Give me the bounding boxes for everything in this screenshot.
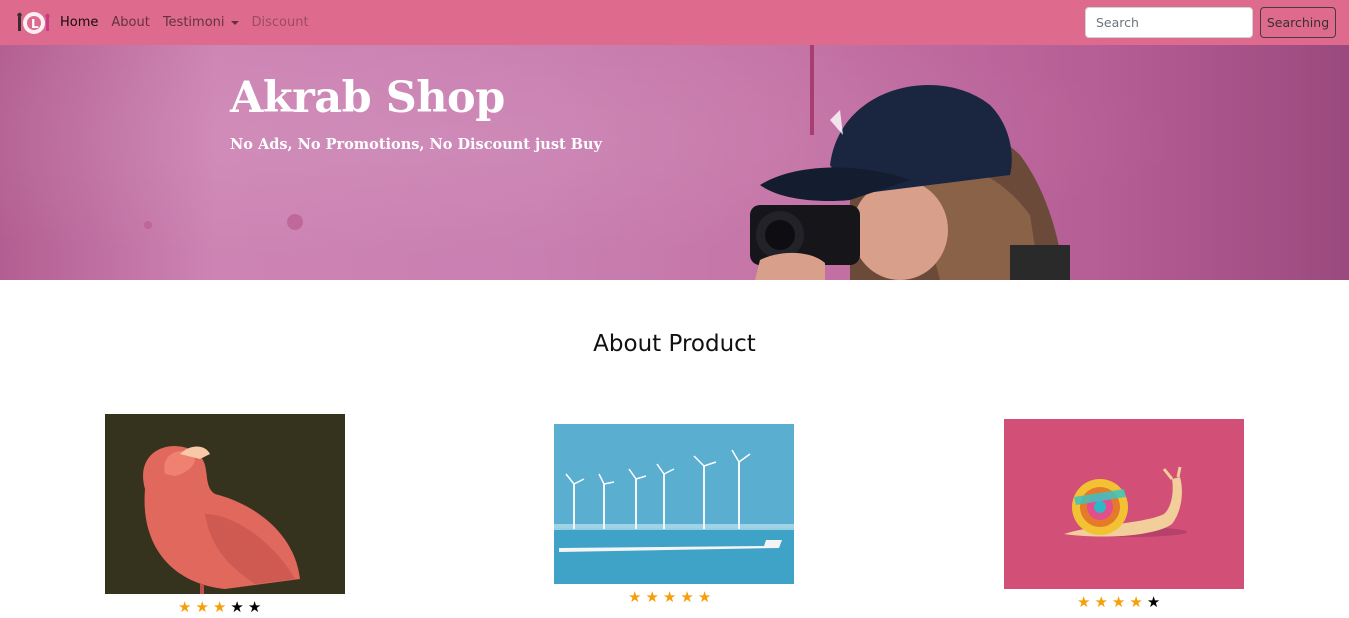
- hero-subtitle: No Ads, No Promotions, No Discount just …: [230, 136, 602, 153]
- photographer-image: [750, 85, 1070, 280]
- star-icon: ★: [662, 588, 677, 606]
- logo-icon[interactable]: L: [12, 9, 54, 37]
- star-icon: ★: [1111, 593, 1126, 611]
- star-icon: ★: [1094, 593, 1108, 611]
- star-icon: ★: [628, 588, 642, 606]
- star-icon: ★: [1077, 593, 1091, 611]
- rating-product-1: ★ ★ ★ ★ ★: [178, 599, 261, 615]
- rating-product-2: ★ ★ ★ ★ ★: [628, 589, 711, 605]
- product-card-3[interactable]: [1004, 419, 1244, 589]
- svg-text:L: L: [31, 17, 39, 31]
- star-icon: ★: [247, 598, 262, 616]
- star-icon: ★: [645, 588, 659, 606]
- search-input[interactable]: [1085, 7, 1253, 38]
- product-card-2[interactable]: [554, 424, 794, 584]
- wind-turbines-image: [554, 424, 794, 584]
- nav-dropdown-label: Testimoni: [162, 15, 225, 30]
- star-icon: ★: [1129, 593, 1143, 611]
- hero-banner: Akrab Shop No Ads, No Promotions, No Dis…: [0, 45, 1349, 280]
- star-icon: ★: [230, 598, 244, 616]
- snail-image: [1004, 419, 1244, 589]
- hero-texture: [144, 45, 814, 230]
- rating-product-3: ★ ★ ★ ★ ★: [1077, 594, 1160, 610]
- star-icon: ★: [178, 598, 192, 616]
- nav-links: Home About Testimoni Discount: [60, 0, 322, 45]
- flamingo-image: [105, 414, 345, 594]
- navbar: L Home About Testimoni Discount Searchin…: [0, 0, 1349, 45]
- search-button[interactable]: Searching: [1260, 7, 1336, 38]
- star-icon: ★: [680, 588, 694, 606]
- product-card-1[interactable]: [105, 414, 345, 594]
- star-icon: ★: [1146, 593, 1161, 611]
- hero-title: Akrab Shop: [230, 73, 505, 123]
- star-icon: ★: [697, 588, 712, 606]
- nav-dropdown-testimoni[interactable]: Testimoni: [163, 15, 239, 30]
- caret-down-icon: [230, 20, 239, 25]
- nav-link-about[interactable]: About: [111, 15, 149, 30]
- nav-link-home[interactable]: Home: [60, 15, 98, 30]
- star-icon: ★: [195, 598, 209, 616]
- section-title: About Product: [593, 331, 756, 357]
- star-icon: ★: [212, 598, 227, 616]
- nav-link-discount: Discount: [251, 15, 309, 30]
